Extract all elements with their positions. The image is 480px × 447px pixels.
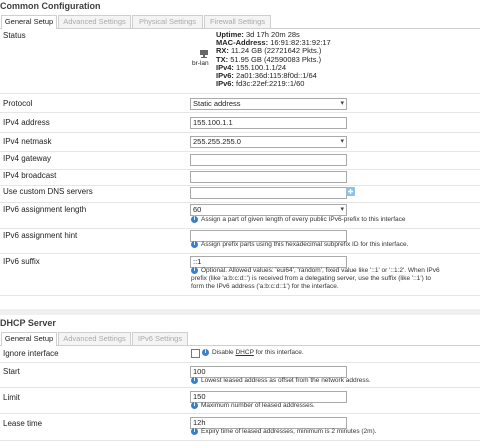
- status-label: Status: [3, 31, 26, 40]
- custom-dns-row: Use custom DNS servers: [0, 186, 480, 203]
- dhcp-abbr: DHCP: [235, 349, 254, 356]
- ipv4-address-label: IPv4 address: [3, 118, 50, 127]
- ipv4-netmask-row: IPv4 netmask 255.255.255.0 ▾: [0, 133, 480, 152]
- dhcp-start-row: Start 100 i Lowest leased address as offs…: [0, 363, 480, 388]
- info-icon: i: [202, 349, 209, 356]
- chevron-down-icon: ▾: [340, 138, 344, 145]
- protocol-row: Protocol Static address ▾: [0, 94, 480, 113]
- tab-advanced-settings[interactable]: Advanced Settings: [58, 15, 131, 28]
- common-tabbar: General Setup Advanced Settings Physical…: [0, 15, 480, 29]
- ignore-interface-label: Ignore interface: [3, 349, 59, 358]
- device-name: br-lan: [192, 60, 209, 67]
- info-icon: i: [191, 428, 198, 435]
- ipv4-gateway-input[interactable]: [190, 154, 347, 166]
- info-icon: i: [191, 402, 198, 409]
- dhcp-limit-help: i Maximum number of leased addresses.: [191, 402, 315, 410]
- ipv6-suffix-label: IPv6 suffix: [3, 257, 40, 266]
- protocol-select[interactable]: Static address ▾: [190, 98, 347, 110]
- ipv6-suffix-help: i Optional. Allowed values: 'eui64', 'ran…: [191, 267, 440, 290]
- ipv4-broadcast-row: IPv4 broadcast: [0, 170, 480, 186]
- ipv4-gateway-row: IPv4 gateway: [0, 152, 480, 170]
- dhcp-lease-help: i Expiry time of leased addresses, minimu…: [191, 428, 377, 436]
- section-title-common: Common Configuration: [0, 1, 101, 11]
- info-icon: i: [191, 377, 198, 384]
- chevron-down-icon: ▾: [340, 100, 344, 107]
- info-icon: i: [191, 267, 198, 274]
- chevron-down-icon: ▾: [340, 206, 344, 213]
- section-separator: [0, 309, 480, 315]
- dhcp-limit-row: Limit 150 i Maximum number of leased addr…: [0, 388, 480, 414]
- info-icon: i: [191, 241, 198, 248]
- ipv6-length-help: i Assign a part of given length of every …: [191, 216, 406, 224]
- custom-dns-input[interactable]: [190, 187, 347, 199]
- tab-general-setup[interactable]: General Setup: [1, 15, 57, 29]
- ipv6-hint-label: IPv6 assignment hint: [3, 231, 78, 240]
- ipv6-hint-help: i Assign prefix parts using this hexadeci…: [191, 241, 408, 249]
- ipv4-address-input[interactable]: 155.100.1.1: [190, 117, 347, 129]
- add-entry-icon[interactable]: [346, 187, 355, 198]
- ignore-interface-row: Ignore interface i Disable DHCP for this …: [0, 346, 480, 363]
- custom-dns-label: Use custom DNS servers: [3, 187, 93, 196]
- ipv4-broadcast-input[interactable]: [190, 171, 347, 183]
- tab-dhcp-general-setup[interactable]: General Setup: [1, 332, 57, 346]
- ipv4-broadcast-label: IPv4 broadcast: [3, 171, 57, 180]
- dhcp-limit-label: Limit: [3, 393, 20, 402]
- ipv6-hint-row: IPv6 assignment hint i Assign prefix part…: [0, 229, 480, 254]
- dhcp-tabbar: General Setup Advanced Settings IPv6 Set…: [0, 332, 480, 346]
- tab-dhcp-ipv6-settings[interactable]: IPv6 Settings: [132, 332, 188, 345]
- ipv6-length-label: IPv6 assignment length: [3, 205, 87, 214]
- dhcp-start-label: Start: [3, 367, 20, 376]
- ipv6-length-select[interactable]: 60 ▾: [190, 204, 347, 216]
- dhcp-lease-label: Lease time: [3, 419, 43, 428]
- section-title-dhcp: DHCP Server: [0, 318, 56, 328]
- tab-physical-settings[interactable]: Physical Settings: [132, 15, 203, 28]
- ipv4-netmask-label: IPv4 netmask: [3, 137, 52, 146]
- ipv4-gateway-label: IPv4 gateway: [3, 154, 52, 163]
- ignore-interface-checkbox[interactable]: [191, 349, 200, 358]
- ipv6-length-row: IPv6 assignment length 60 ▾ i Assign a par…: [0, 203, 480, 229]
- ipv6-suffix-row: IPv6 suffix ::1 i Optional. Allowed value…: [0, 254, 480, 296]
- tab-firewall-settings[interactable]: Firewall Settings: [204, 15, 271, 28]
- ipv4-address-row: IPv4 address 155.100.1.1: [0, 113, 480, 133]
- dhcp-start-help: i Lowest leased address as offset from th…: [191, 377, 371, 385]
- tab-dhcp-advanced-settings[interactable]: Advanced Settings: [58, 332, 131, 345]
- protocol-label: Protocol: [3, 99, 33, 108]
- ignore-interface-help: i Disable DHCP for this interface.: [202, 349, 304, 357]
- info-icon: i: [191, 216, 198, 223]
- interface-status: Uptime: 3d 17h 20m 28s MAC-Address: 16:9…: [216, 30, 331, 89]
- ipv4-netmask-select[interactable]: 255.255.255.0 ▾: [190, 136, 347, 148]
- dhcp-lease-row: Lease time 12h i Expiry time of leased ad…: [0, 414, 480, 441]
